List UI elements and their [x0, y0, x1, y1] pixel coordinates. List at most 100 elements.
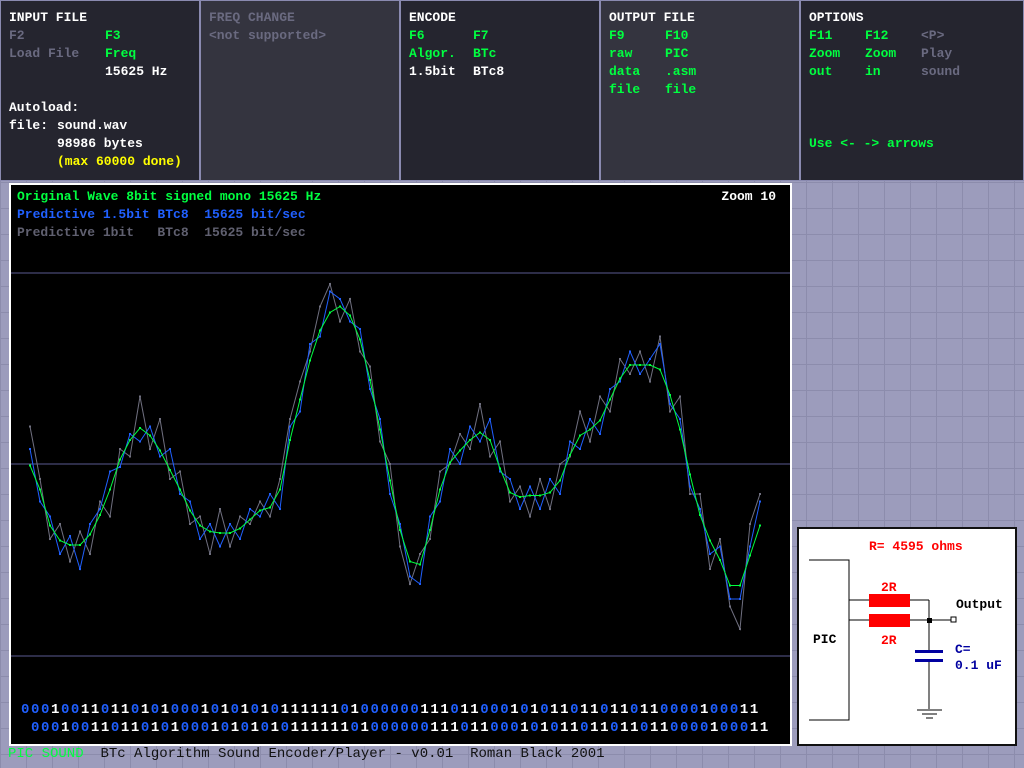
series-point-2: [509, 500, 511, 503]
series-point-1: [659, 343, 661, 345]
f9-key[interactable]: F9: [609, 27, 665, 45]
series-point-1: [199, 538, 201, 540]
output-terminal-icon: [950, 616, 957, 623]
bitstream-row-2: 0001001101101010001010101011111101000000…: [31, 720, 770, 736]
bit: 0: [30, 702, 41, 718]
freq-change-panel: FREQ CHANGE <not supported>: [200, 0, 400, 181]
series-point-0: [469, 439, 471, 441]
raw-data-file-l1[interactable]: raw: [609, 45, 665, 63]
bit: 0: [360, 702, 371, 718]
bit: 1: [460, 702, 471, 718]
bit: 1: [290, 702, 301, 718]
zoom-out-l2[interactable]: out: [809, 63, 865, 81]
series-point-1: [599, 433, 601, 435]
circuit-diagram: R= 4595 ohms 2R 2R PIC Output C= 0.1 uF: [797, 527, 1017, 746]
series-point-0: [199, 524, 201, 527]
series-point-1: [229, 523, 231, 525]
bit: 1: [470, 702, 481, 718]
bit: 1: [590, 702, 601, 718]
freq-button[interactable]: Freq: [105, 45, 136, 63]
bit: 0: [210, 702, 221, 718]
p-key[interactable]: <P>: [921, 27, 944, 45]
file-bytes: 98986 bytes: [57, 136, 143, 151]
bit: 0: [80, 720, 91, 736]
zoom-out-l1[interactable]: Zoom: [809, 45, 865, 63]
series-point-0: [759, 524, 761, 527]
bit: 1: [330, 702, 341, 718]
series-point-0: [259, 509, 261, 512]
series-point-2: [499, 440, 501, 443]
bit: 1: [550, 702, 561, 718]
raw-data-file-l3[interactable]: file: [609, 81, 665, 99]
bit: 0: [600, 702, 611, 718]
arrows-hint: Use <- -> arrows: [809, 136, 934, 151]
bit: 1: [160, 702, 171, 718]
bit: 1: [600, 720, 611, 736]
series-point-2: [329, 283, 331, 285]
algorithm-button[interactable]: Algor.: [409, 45, 473, 63]
resistance-value: R= 4595 ohms: [869, 539, 963, 554]
series-point-0: [589, 428, 591, 431]
series-point-1: [39, 500, 41, 503]
bit: 0: [270, 702, 281, 718]
bit: 0: [340, 702, 351, 718]
series-point-2: [99, 500, 101, 503]
f12-key[interactable]: F12: [865, 27, 921, 45]
f2-key[interactable]: F2: [9, 27, 105, 45]
load-file-button[interactable]: Load File: [9, 45, 105, 63]
series-point-1: [109, 470, 111, 473]
bit: 1: [210, 720, 221, 736]
series-point-1: [539, 508, 541, 510]
bit: 0: [21, 702, 31, 718]
series-point-0: [409, 560, 411, 563]
series-point-2: [459, 433, 461, 435]
series-point-1: [139, 440, 141, 443]
series-point-0: [159, 449, 161, 452]
zoom-in-l2[interactable]: in: [865, 63, 921, 81]
series-point-1: [339, 298, 341, 300]
raw-data-file-l2[interactable]: data: [609, 63, 665, 81]
f10-key[interactable]: F10: [665, 27, 688, 45]
f11-key[interactable]: F11: [809, 27, 865, 45]
series-point-2: [89, 553, 91, 555]
bit: 0: [640, 720, 651, 736]
series-point-0: [69, 544, 71, 546]
zoom-in-l1[interactable]: Zoom: [865, 45, 921, 63]
series-point-1: [129, 433, 131, 435]
bit: 0: [480, 702, 491, 718]
btc-button[interactable]: BTc: [473, 45, 496, 63]
play-sound-l2[interactable]: sound: [921, 63, 960, 81]
f6-key[interactable]: F6: [409, 27, 473, 45]
series-point-1: [719, 545, 721, 548]
pic-asm-file-l1[interactable]: PIC: [665, 45, 688, 63]
series-point-0: [579, 434, 581, 437]
bit: 0: [31, 720, 41, 736]
algorithm-value: 1.5bit: [409, 64, 456, 79]
bit: 1: [470, 720, 481, 736]
series-point-0: [479, 431, 481, 434]
bit: 0: [230, 702, 241, 718]
series-point-1: [149, 425, 151, 428]
bit: 1: [759, 720, 770, 736]
series-point-2: [349, 298, 351, 300]
series-point-2: [729, 605, 731, 608]
series-point-0: [189, 509, 191, 512]
series-point-0: [489, 439, 491, 441]
series-point-0: [749, 554, 751, 557]
series-point-0: [369, 379, 371, 381]
series-point-0: [139, 427, 141, 429]
bit: 0: [130, 702, 141, 718]
play-sound-l1[interactable]: Play: [921, 45, 952, 63]
capacitor-gap: [915, 653, 943, 659]
bit: 0: [160, 720, 171, 736]
series-point-2: [339, 320, 341, 323]
legend-predictive-1bit: Predictive 1bit BTc8 15625 bit/sec: [17, 225, 306, 240]
bit: 1: [660, 720, 670, 736]
pic-asm-file-l3[interactable]: file: [665, 81, 696, 99]
series-point-1: [669, 403, 671, 405]
f3-key[interactable]: F3: [105, 27, 121, 45]
bit: 0: [390, 702, 401, 718]
f7-key[interactable]: F7: [473, 27, 489, 45]
pic-asm-file-l2[interactable]: .asm: [665, 63, 696, 81]
bit: 1: [240, 702, 251, 718]
